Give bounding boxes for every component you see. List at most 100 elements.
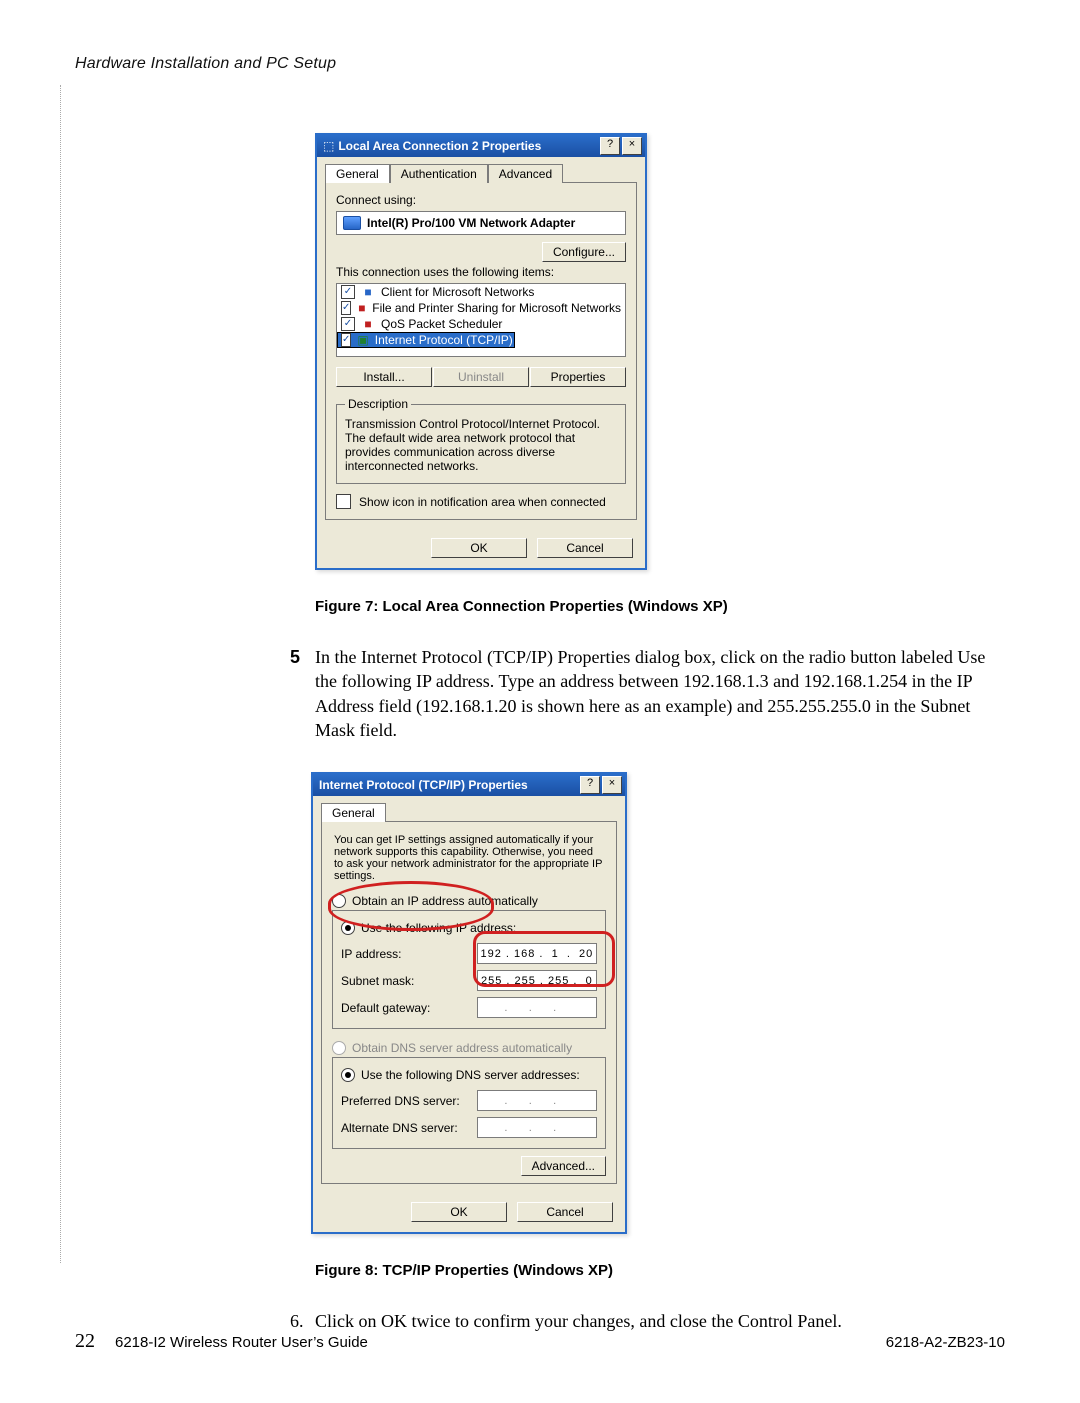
- step5-text: In the Internet Protocol (TCP/IP) Proper…: [315, 647, 985, 740]
- tcpip-properties-dialog: Internet Protocol (TCP/IP) Properties ? …: [311, 772, 627, 1234]
- left-margin-rule: [60, 85, 61, 1263]
- subnet-mask-label: Subnet mask:: [341, 974, 477, 988]
- ip-address-label: IP address:: [341, 947, 477, 961]
- uninstall-button: Uninstall: [433, 367, 529, 387]
- radio-auto-dns: [332, 1041, 346, 1055]
- show-icon-checkbox[interactable]: [336, 494, 351, 509]
- subnet-mask-input[interactable]: 255 . 255 . 255 . 0: [477, 970, 597, 991]
- help-button[interactable]: ?: [600, 137, 620, 155]
- radio-auto-ip-row[interactable]: Obtain an IP address automatically: [332, 892, 606, 910]
- connect-using-label: Connect using:: [336, 193, 626, 207]
- install-button[interactable]: Install...: [336, 367, 432, 387]
- guide-title: 6218-I2 Wireless Router User’s Guide: [115, 1334, 368, 1351]
- tcpip-tabs: General: [313, 796, 625, 821]
- show-icon-row[interactable]: Show icon in notification area when conn…: [336, 494, 626, 509]
- radio-auto-ip[interactable]: [332, 894, 346, 908]
- description-legend: Description: [345, 397, 411, 411]
- page-footer: 22 6218-I2 Wireless Router User’s Guide …: [75, 1330, 1005, 1353]
- ip-address-input[interactable]: 192 . 168 . 1 . 20: [477, 943, 597, 964]
- ok-button[interactable]: OK: [431, 538, 527, 558]
- list-item-qos[interactable]: ✓ ■ QoS Packet Scheduler: [337, 316, 625, 332]
- alt-dns-input[interactable]: . . .: [477, 1117, 597, 1138]
- figure7-caption: Figure 7: Local Area Connection Properti…: [315, 598, 1005, 615]
- tcpip-tab-general[interactable]: General: [321, 803, 386, 822]
- checkbox-fileprint[interactable]: ✓: [341, 301, 351, 315]
- close-button[interactable]: ×: [622, 137, 642, 155]
- fileprint-icon: ■: [357, 301, 366, 315]
- alt-dns-row: Alternate DNS server: . . .: [341, 1117, 597, 1138]
- description-text: Transmission Control Protocol/Internet P…: [345, 417, 600, 473]
- tcpip-title: Internet Protocol (TCP/IP) Properties: [319, 778, 578, 792]
- tcpip-ok-button[interactable]: OK: [411, 1202, 507, 1222]
- radio-auto-dns-label: Obtain DNS server address automatically: [352, 1041, 572, 1055]
- lac-title: Local Area Connection 2 Properties: [338, 139, 598, 153]
- tcpip-actions: OK Cancel: [313, 1192, 625, 1232]
- network-icon: ⬚: [323, 139, 334, 153]
- lac-titlebar: ⬚ Local Area Connection 2 Properties ? ×: [317, 135, 645, 157]
- description-group: Description Transmission Control Protoco…: [336, 397, 626, 484]
- tcpip-titlebar: Internet Protocol (TCP/IP) Properties ? …: [313, 774, 625, 796]
- section-header: Hardware Installation and PC Setup: [75, 55, 1005, 73]
- advanced-button[interactable]: Advanced...: [521, 1156, 606, 1176]
- tab-authentication[interactable]: Authentication: [390, 164, 488, 183]
- tcpip-close-button[interactable]: ×: [602, 776, 622, 794]
- alt-dns-label: Alternate DNS server:: [341, 1121, 477, 1135]
- radio-use-ip-label: Use the following IP address:: [361, 921, 516, 935]
- lac-tabpanel: Connect using: Intel(R) Pro/100 VM Netwo…: [325, 182, 637, 520]
- item-qos-label: QoS Packet Scheduler: [381, 317, 502, 331]
- item-buttons-row: Install... Uninstall Properties: [336, 367, 626, 387]
- qos-icon: ■: [361, 317, 375, 331]
- figure8-caption: Figure 8: TCP/IP Properties (Windows XP): [315, 1262, 1005, 1279]
- cancel-button[interactable]: Cancel: [537, 538, 633, 558]
- client-icon: ■: [361, 285, 375, 299]
- ip-group: Use the following IP address: IP address…: [332, 910, 606, 1029]
- tab-general[interactable]: General: [325, 164, 390, 183]
- subnet-mask-row: Subnet mask: 255 . 255 . 255 . 0: [341, 970, 597, 991]
- tab-advanced[interactable]: Advanced: [488, 164, 563, 183]
- radio-use-dns-label: Use the following DNS server addresses:: [361, 1068, 580, 1082]
- pref-dns-row: Preferred DNS server: . . .: [341, 1090, 597, 1111]
- item-client-label: Client for Microsoft Networks: [381, 285, 534, 299]
- adapter-name: Intel(R) Pro/100 VM Network Adapter: [367, 216, 575, 230]
- lac-actions: OK Cancel: [317, 528, 645, 568]
- tcpip-tabpanel: You can get IP settings assigned automat…: [321, 821, 617, 1184]
- uses-items-label: This connection uses the following items…: [336, 265, 626, 279]
- configure-button[interactable]: Configure...: [542, 242, 626, 262]
- pref-dns-label: Preferred DNS server:: [341, 1094, 477, 1108]
- radio-use-dns-row[interactable]: Use the following DNS server addresses:: [341, 1066, 597, 1084]
- connection-items-list[interactable]: ✓ ■ Client for Microsoft Networks ✓ ■ Fi…: [336, 283, 626, 357]
- show-icon-label: Show icon in notification area when conn…: [359, 495, 606, 509]
- adapter-field: Intel(R) Pro/100 VM Network Adapter: [336, 211, 626, 235]
- checkbox-tcpip[interactable]: ✓: [341, 333, 351, 347]
- pref-dns-input[interactable]: . . .: [477, 1090, 597, 1111]
- lac-tabs: General Authentication Advanced: [317, 157, 645, 182]
- step6-text: Click on OK twice to confirm your change…: [315, 1311, 842, 1331]
- properties-button[interactable]: Properties: [530, 367, 626, 387]
- tcpip-note: You can get IP settings assigned automat…: [332, 828, 606, 892]
- doc-number: 6218-A2-ZB23-10: [886, 1334, 1005, 1351]
- tcpip-icon: ▣: [357, 333, 368, 347]
- dns-group: Use the following DNS server addresses: …: [332, 1057, 606, 1149]
- tcpip-help-button[interactable]: ?: [580, 776, 600, 794]
- page-number: 22: [75, 1330, 95, 1353]
- item-fileprint-label: File and Printer Sharing for Microsoft N…: [372, 301, 621, 315]
- radio-use-ip-row[interactable]: Use the following IP address:: [341, 919, 597, 937]
- item-tcpip-label: Internet Protocol (TCP/IP): [375, 333, 513, 347]
- radio-auto-dns-row: Obtain DNS server address automatically: [332, 1039, 606, 1057]
- default-gateway-row: Default gateway: . . .: [341, 997, 597, 1018]
- step5-paragraph: 5 In the Internet Protocol (TCP/IP) Prop…: [315, 645, 1005, 742]
- lac-properties-dialog: ⬚ Local Area Connection 2 Properties ? ×…: [315, 133, 647, 570]
- step5-number: 5: [290, 645, 300, 669]
- checkbox-client[interactable]: ✓: [341, 285, 355, 299]
- default-gateway-input[interactable]: . . .: [477, 997, 597, 1018]
- checkbox-qos[interactable]: ✓: [341, 317, 355, 331]
- radio-use-dns[interactable]: [341, 1068, 355, 1082]
- list-item-client[interactable]: ✓ ■ Client for Microsoft Networks: [337, 284, 625, 300]
- list-item-fileprint[interactable]: ✓ ■ File and Printer Sharing for Microso…: [337, 300, 625, 316]
- ip-address-row: IP address: 192 . 168 . 1 . 20: [341, 943, 597, 964]
- list-item-tcpip[interactable]: ✓ ▣ Internet Protocol (TCP/IP): [337, 332, 515, 348]
- radio-auto-ip-label: Obtain an IP address automatically: [352, 894, 538, 908]
- tcpip-cancel-button[interactable]: Cancel: [517, 1202, 613, 1222]
- radio-use-ip[interactable]: [341, 921, 355, 935]
- default-gateway-label: Default gateway:: [341, 1001, 477, 1015]
